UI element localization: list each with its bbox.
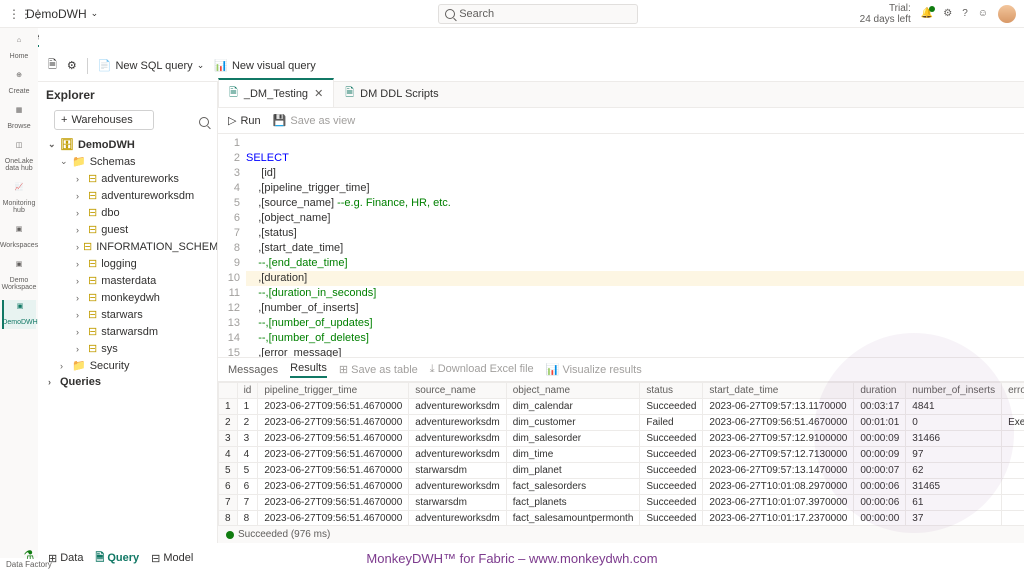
tree-schema-starwarsdm[interactable]: ›⊟starwarsdm — [42, 323, 213, 340]
rail-demo-workspace[interactable]: ▣Demo Workspace — [2, 258, 36, 294]
tree-schema-logging[interactable]: ›⊟logging — [42, 255, 213, 272]
tree-schema-monkeydwh[interactable]: ›⊟monkeydwh — [42, 289, 213, 306]
data-factory-link[interactable]: ⚗ Data Factory — [6, 549, 52, 569]
tab-messages[interactable]: Messages — [228, 364, 278, 376]
chevron-down-icon: ⌄ — [91, 8, 99, 19]
tree-schema-dbo[interactable]: ›⊟dbo — [42, 204, 213, 221]
status-text: Succeeded (976 ms) — [238, 529, 330, 540]
new-item-button[interactable]: 🗎 — [48, 56, 57, 75]
mode-query[interactable]: 🗎 Query — [95, 549, 139, 568]
tree-schema-guest[interactable]: ›⊟guest — [42, 221, 213, 238]
tree-root[interactable]: ⌄🗄DemoDWH — [42, 136, 213, 153]
gear-icon: ⚙ — [67, 59, 77, 72]
sql-icon: 📄 — [98, 59, 112, 72]
tree-schema-sys[interactable]: ›⊟sys — [42, 340, 213, 357]
tab-results[interactable]: Results — [290, 362, 327, 378]
help-icon[interactable]: ? — [962, 8, 968, 19]
rail-monitoring-hub[interactable]: 📈Monitoring hub — [2, 181, 36, 217]
search-icon — [445, 9, 455, 19]
tree-schema-adventureworks[interactable]: ›⊟adventureworks — [42, 170, 213, 187]
page-icon: 🗎 — [48, 56, 57, 75]
mode-data[interactable]: ⊞ Data — [48, 549, 83, 568]
save-as-view-button: 💾 Save as view — [273, 114, 356, 127]
new-sql-query-button[interactable]: 📄 New SQL query ⌄ — [98, 59, 205, 72]
workspace-switcher[interactable]: DemoDWH ⌄ — [26, 7, 98, 21]
results-grid[interactable]: idpipeline_trigger_timesource_nameobject… — [218, 382, 1024, 525]
mode-model[interactable]: ⊟ Model — [151, 549, 193, 568]
visual-icon: 📊 — [214, 59, 228, 72]
tab-dm-testing[interactable]: 🗎 _DM_Testing ✕ — [218, 78, 334, 107]
brand-footer: MonkeyDWH™ for Fabric – www.monkeydwh.co… — [366, 551, 657, 566]
rail-browse[interactable]: ▦Browse — [2, 104, 36, 133]
tree-security[interactable]: ›📁Security — [42, 357, 213, 374]
run-button[interactable]: ▷ Run — [228, 114, 261, 127]
rail-demodwh[interactable]: ▣DemoDWH — [2, 300, 36, 329]
settings-button[interactable]: ⚙ — [67, 59, 77, 72]
tree-schemas[interactable]: ⌄📁Schemas — [42, 153, 213, 170]
settings-icon[interactable]: ⚙ — [943, 8, 952, 19]
chevron-down-icon: ⌄ — [197, 60, 205, 71]
rail-create[interactable]: ⊕Create — [2, 69, 36, 98]
status-dot — [226, 531, 234, 539]
tree-schema-starwars[interactable]: ›⊟starwars — [42, 306, 213, 323]
rail-home[interactable]: ⌂Home — [2, 34, 36, 63]
trial-info: Trial:24 days left — [860, 3, 911, 25]
code-editor[interactable]: 1234567891011121314151617181920212223 SE… — [218, 134, 1024, 357]
tab-dm-ddl[interactable]: 🗎 DM DDL Scripts — [334, 79, 449, 107]
rail-workspaces[interactable]: ▣Workspaces — [2, 223, 36, 252]
tree-schema-adventureworksdm[interactable]: ›⊟adventureworksdm — [42, 187, 213, 204]
close-icon[interactable]: ✕ — [314, 87, 323, 100]
rail-onelake-data-hub[interactable]: ◫OneLake data hub — [2, 139, 36, 175]
tree-schema-masterdata[interactable]: ›⊟masterdata — [42, 272, 213, 289]
feedback-icon[interactable]: ☺ — [978, 8, 988, 19]
sql-file-icon: 🗎 — [229, 84, 238, 103]
add-warehouse-button[interactable]: + Warehouses — [54, 110, 154, 130]
save-as-table-button[interactable]: ⊞ Save as table — [339, 363, 418, 376]
avatar[interactable] — [998, 5, 1016, 23]
ribbon-tab-home[interactable]: Home — [0, 28, 1024, 50]
tree-queries[interactable]: ›Queries — [42, 374, 213, 390]
workspace-name: DemoDWH — [26, 7, 87, 21]
download-excel-button[interactable]: ⤓ Download Excel file — [430, 363, 534, 376]
app-launcher-icon[interactable]: ⋮⋮⋮ — [8, 7, 22, 21]
tree-schema-INFORMATION_SCHEMA[interactable]: ›⊟INFORMATION_SCHEMA — [42, 238, 213, 255]
global-search[interactable]: Search — [438, 4, 638, 24]
search-placeholder: Search — [459, 8, 494, 20]
explorer-title: Explorer — [38, 82, 217, 108]
visualize-button[interactable]: 📊 Visualize results — [546, 363, 642, 376]
new-visual-query-button[interactable]: 📊 New visual query — [214, 59, 315, 72]
search-icon[interactable] — [199, 117, 209, 127]
notifications-icon[interactable]: 🔔 — [921, 8, 933, 19]
sql-file-icon: 🗎 — [345, 84, 354, 103]
